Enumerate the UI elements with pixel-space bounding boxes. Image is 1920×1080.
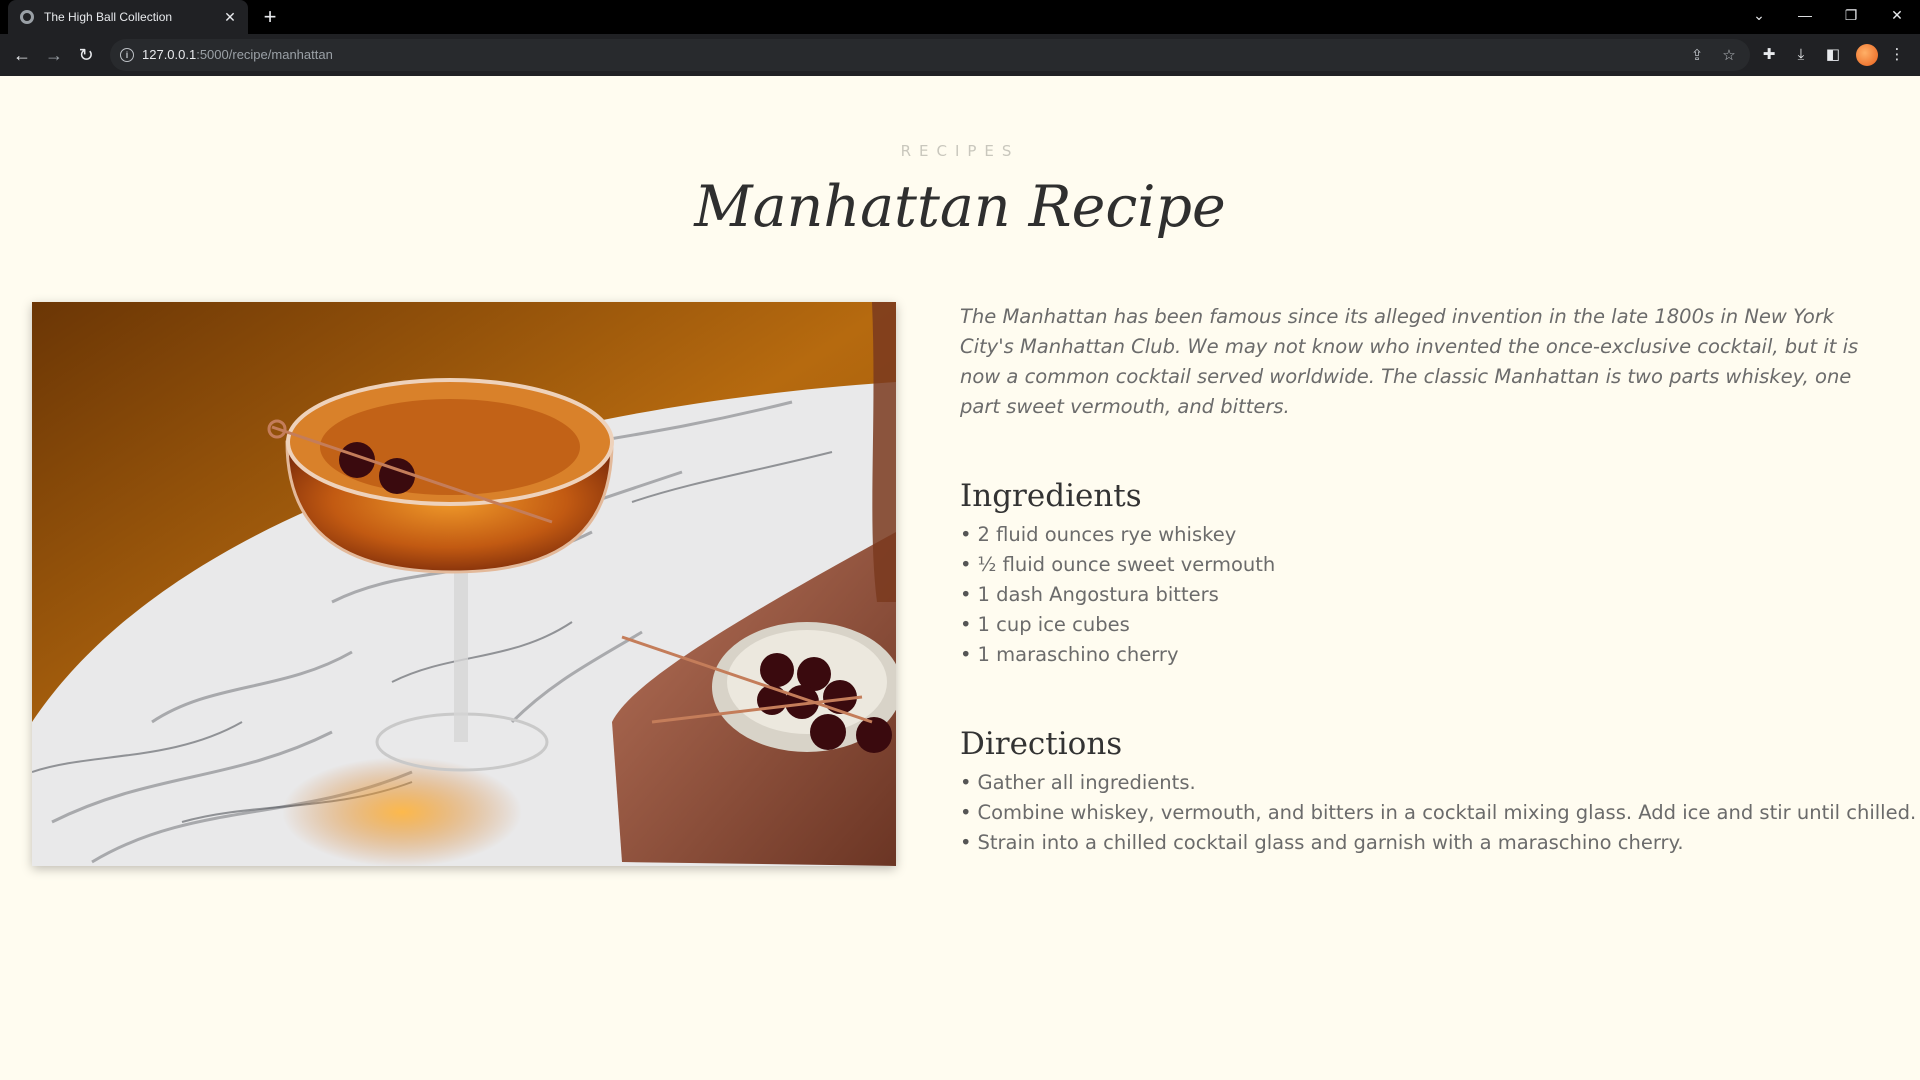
bullet: •: [960, 613, 972, 636]
share-icon[interactable]: ⇪: [1686, 47, 1708, 65]
direction-text: Combine whiskey, vermouth, and bitters i…: [977, 801, 1917, 824]
url-path: :5000/recipe/manhattan: [196, 47, 333, 62]
recipe-content: The Manhattan has been famous since its …: [960, 302, 1916, 858]
ingredient-item: • 1 dash Angostura bitters: [960, 580, 1860, 610]
ingredient-item: • ½ fluid ounce sweet vermouth: [960, 550, 1860, 580]
minimize-window-button[interactable]: —: [1782, 0, 1828, 30]
manhattan-cocktail-image: [32, 302, 896, 866]
close-window-button[interactable]: ✕: [1874, 0, 1920, 30]
restore-window-button[interactable]: ❐: [1828, 0, 1874, 30]
recipe-photo: [32, 302, 896, 866]
bullet: •: [960, 801, 972, 824]
browser-tab[interactable]: The High Ball Collection ✕: [8, 0, 248, 34]
ingredient-text: 1 maraschino cherry: [977, 643, 1179, 666]
ingredient-text: 1 dash Angostura bitters: [977, 583, 1219, 606]
reload-icon[interactable]: ↻: [72, 42, 100, 68]
ingredient-text: 2 fluid ounces rye whiskey: [977, 523, 1237, 546]
browser-toolbar: ← → ↻ i 127.0.0.1:5000/recipe/manhattan …: [0, 34, 1920, 76]
back-arrow-icon[interactable]: ←: [8, 42, 36, 68]
bullet: •: [960, 523, 972, 546]
side-panel-icon[interactable]: ◧: [1822, 44, 1844, 66]
tab-search-chevron-icon[interactable]: ⌄: [1736, 0, 1782, 30]
forward-arrow-icon[interactable]: →: [40, 42, 68, 68]
ingredient-text: ½ fluid ounce sweet vermouth: [977, 553, 1276, 576]
ingredient-item: • 2 fluid ounces rye whiskey: [960, 520, 1860, 550]
direction-text: Gather all ingredients.: [977, 771, 1196, 794]
close-tab-icon[interactable]: ✕: [220, 9, 240, 26]
address-bar[interactable]: i 127.0.0.1:5000/recipe/manhattan ⇪ ☆: [110, 39, 1750, 71]
download-icon[interactable]: ⤓: [1790, 44, 1812, 66]
bullet: •: [960, 643, 972, 666]
bullet: •: [960, 771, 972, 794]
ingredient-item: • 1 maraschino cherry: [960, 640, 1860, 670]
direction-item: • Combine whiskey, vermouth, and bitters …: [960, 798, 1916, 828]
more-options-icon[interactable]: ⋮: [1886, 44, 1908, 66]
new-tab-button[interactable]: +: [258, 4, 282, 30]
directions-list: • Gather all ingredients. • Combine whiske…: [960, 768, 1916, 858]
globe-icon: [20, 10, 34, 24]
profile-avatar[interactable]: [1856, 44, 1878, 66]
section-eyebrow: RECIPES: [900, 142, 1020, 160]
bookmark-star-icon[interactable]: ☆: [1718, 47, 1740, 65]
directions-heading: Directions: [960, 726, 1123, 762]
site-info-icon[interactable]: i: [120, 48, 134, 62]
direction-item: • Gather all ingredients.: [960, 768, 1860, 798]
url-host: 127.0.0.1: [142, 47, 197, 62]
ingredients-heading: Ingredients: [960, 478, 1142, 514]
recipe-intro: The Manhattan has been famous since its …: [960, 305, 1859, 418]
bullet: •: [960, 583, 972, 606]
bullet: •: [960, 831, 972, 854]
tab-title: The High Ball Collection: [44, 10, 173, 24]
recipe-page: RECIPES Manhattan Recipe The Manhattan h…: [0, 76, 1920, 1080]
ingredient-text: 1 cup ice cubes: [977, 613, 1130, 636]
direction-item: • Strain into a chilled cocktail glass an…: [960, 828, 1860, 858]
ingredient-item: • 1 cup ice cubes: [960, 610, 1860, 640]
extensions-puzzle-icon[interactable]: ✚: [1758, 44, 1780, 66]
ingredients-list: • 2 fluid ounces rye whiskey • ½ fluid oun…: [960, 520, 1860, 670]
bullet: •: [960, 553, 972, 576]
browser-tab-strip: The High Ball Collection ✕ + ⌄ — ❐ ✕: [0, 0, 1920, 34]
direction-text: Strain into a chilled cocktail glass and…: [977, 831, 1684, 854]
page-title: Manhattan Recipe: [694, 174, 1226, 240]
address-url[interactable]: 127.0.0.1:5000/recipe/manhattan: [142, 47, 333, 62]
